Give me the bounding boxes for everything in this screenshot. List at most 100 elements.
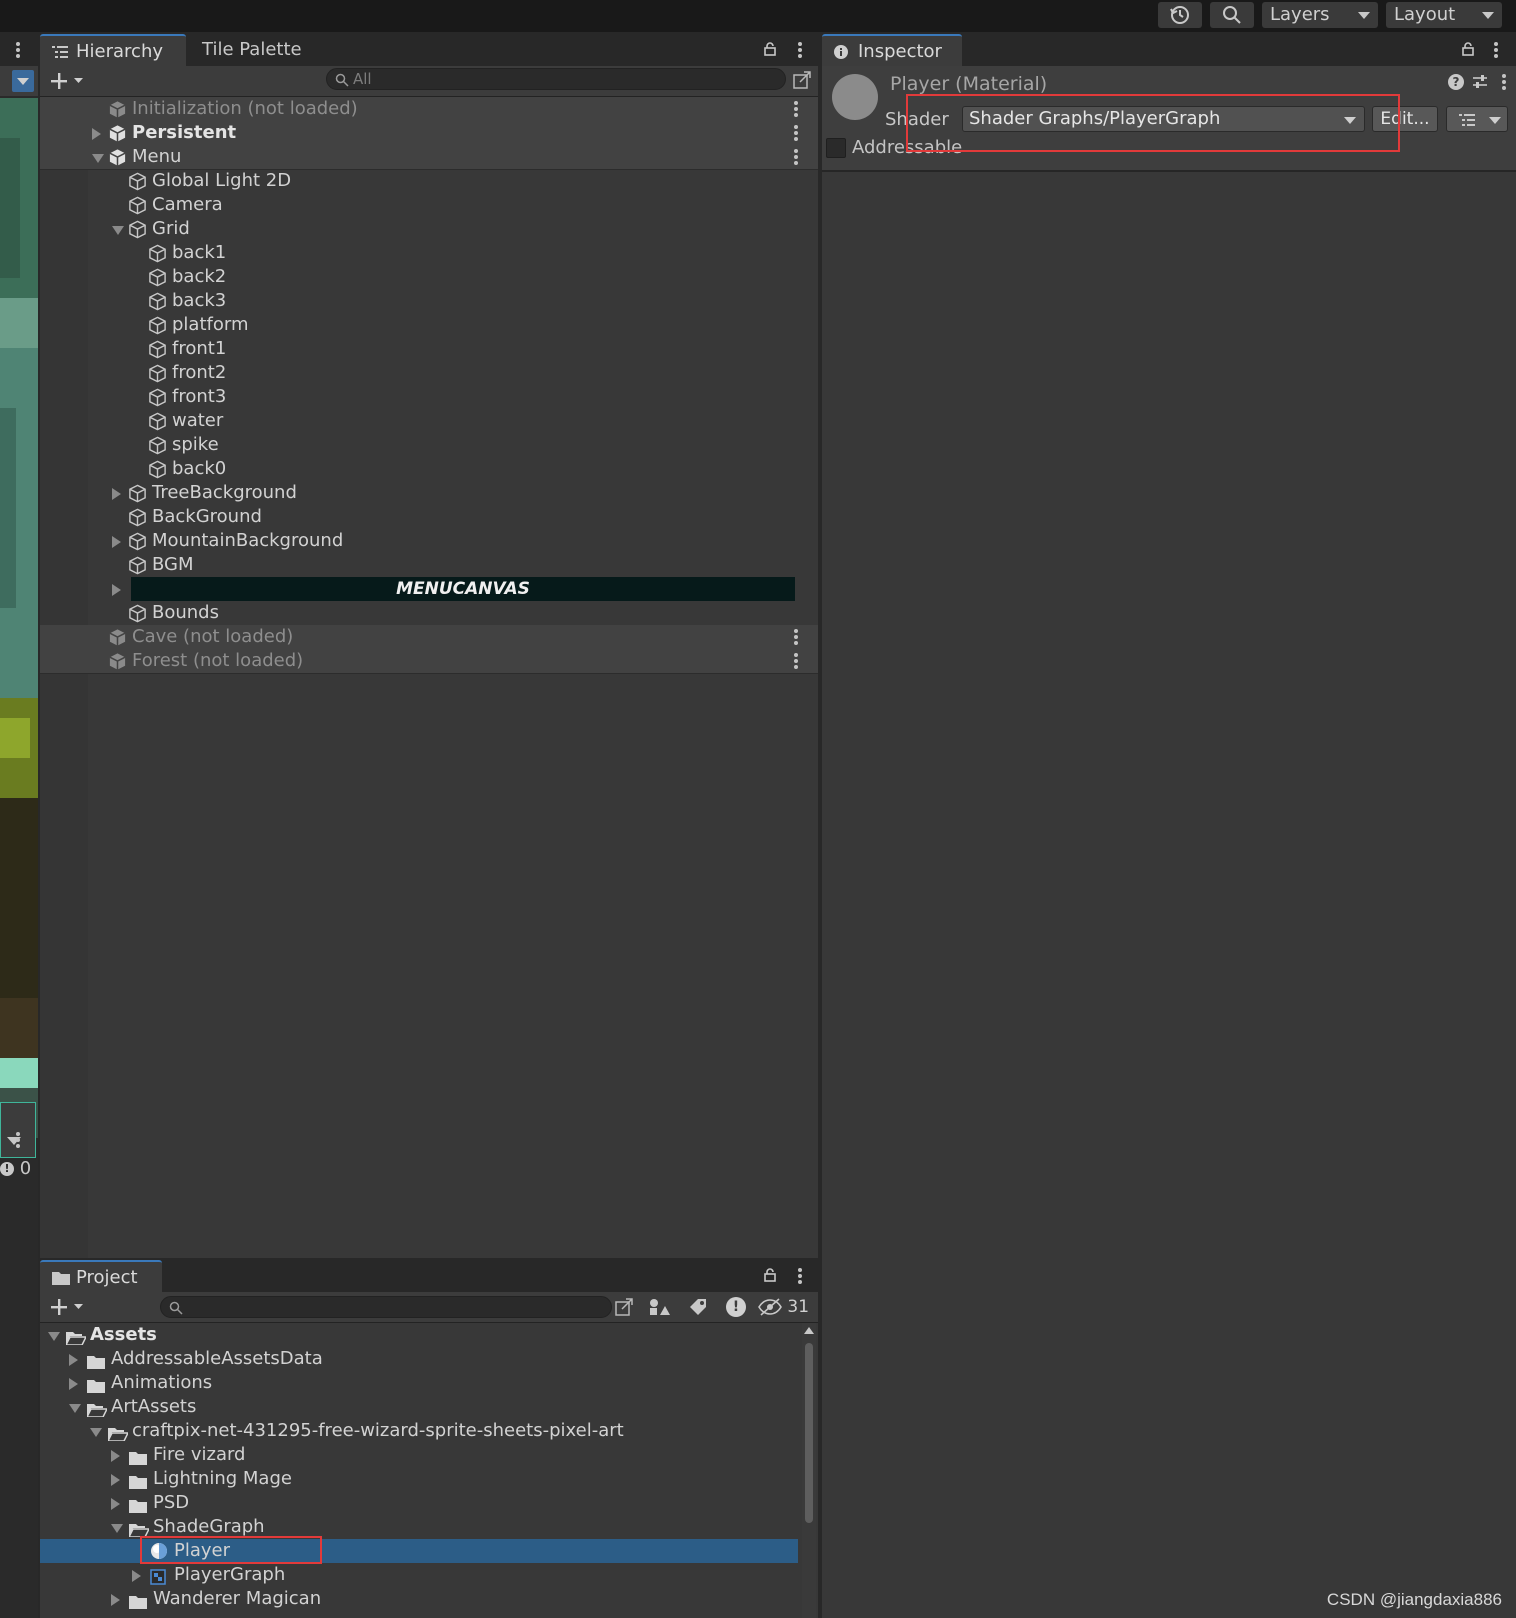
add-button[interactable] [50, 70, 90, 92]
hierarchy-item[interactable]: Bounds [40, 601, 818, 625]
project-item[interactable]: Player [40, 1536, 798, 1564]
search-icon [169, 1301, 183, 1315]
hierarchy-item[interactable]: back3 [40, 289, 818, 313]
collapse-arrow-icon[interactable] [69, 1404, 81, 1413]
collapse-arrow-icon[interactable] [92, 154, 104, 163]
hierarchy-item[interactable]: Grid [40, 217, 818, 241]
lock-icon[interactable] [1462, 42, 1474, 56]
shader-options-button[interactable] [1446, 106, 1508, 132]
filter-by-label-icon[interactable] [688, 1297, 708, 1317]
gameobject-cube-icon [128, 196, 147, 215]
expand-arrow-icon[interactable] [112, 584, 121, 596]
lock-icon[interactable] [764, 1268, 776, 1282]
collapse-arrow-icon[interactable] [112, 226, 124, 235]
more-options-icon[interactable] [16, 1132, 20, 1148]
create-button[interactable] [50, 1296, 90, 1318]
hierarchy-item[interactable]: water [40, 409, 818, 433]
more-options-icon[interactable] [16, 42, 20, 58]
scene-row[interactable]: Initialization (not loaded) [40, 97, 818, 122]
project-item[interactable]: craftpix-net-431295-free-wizard-sprite-s… [40, 1419, 800, 1443]
view-mode-button[interactable] [12, 70, 34, 92]
hierarchy-item[interactable]: back1 [40, 241, 818, 265]
more-options-icon[interactable] [798, 1268, 802, 1284]
project-item[interactable]: ArtAssets [40, 1395, 800, 1419]
layout-dropdown[interactable]: Layout [1386, 2, 1502, 28]
project-scrollbar[interactable] [802, 1323, 816, 1618]
preset-icon[interactable] [1472, 74, 1488, 90]
hierarchy-item[interactable]: TreeBackground [40, 481, 818, 505]
expand-arrow-icon[interactable] [92, 128, 101, 140]
expand-arrow-icon[interactable] [69, 1354, 78, 1366]
filter-by-type-icon[interactable] [648, 1297, 670, 1317]
collapse-arrow-icon[interactable] [90, 1428, 102, 1437]
tab-hierarchy[interactable]: Hierarchy [40, 34, 186, 66]
expand-arrow-icon[interactable] [132, 1570, 141, 1582]
hierarchy-item[interactable]: BackGround [40, 505, 818, 529]
scroll-up-icon[interactable] [804, 1327, 814, 1334]
expand-arrow-icon[interactable] [111, 1498, 120, 1510]
scroll-thumb[interactable] [805, 1343, 813, 1523]
expand-arrow-icon[interactable] [69, 1378, 78, 1390]
scene-row[interactable]: Persistent [40, 121, 818, 146]
history-button[interactable] [1158, 2, 1202, 28]
help-icon[interactable]: ? [1448, 74, 1464, 90]
project-tree: Assets AddressableAssetsData Animations Art… [40, 1323, 818, 1618]
more-options-icon[interactable] [794, 125, 798, 141]
lock-icon[interactable] [764, 42, 776, 56]
expand-arrow-icon[interactable] [112, 488, 121, 500]
gameobject-cube-icon [148, 460, 167, 479]
project-item[interactable]: Animations [40, 1371, 800, 1395]
project-item[interactable]: Lightning Mage [40, 1467, 800, 1491]
search-button[interactable] [1210, 2, 1254, 28]
hierarchy-item[interactable]: platform [40, 313, 818, 337]
hierarchy-item[interactable]: MountainBackground [40, 529, 818, 553]
expand-arrow-icon[interactable] [112, 536, 121, 548]
more-options-icon[interactable] [794, 149, 798, 165]
collapse-arrow-icon[interactable] [111, 1524, 123, 1533]
project-search-input[interactable] [160, 1296, 612, 1318]
more-options-icon[interactable] [794, 629, 798, 645]
project-item[interactable]: AddressableAssetsData [40, 1347, 800, 1371]
collapse-arrow-icon[interactable] [48, 1332, 60, 1341]
scene-row[interactable]: Menu [40, 145, 818, 170]
project-item[interactable]: PSD [40, 1491, 800, 1515]
watermark: CSDN @jiangdaxia886 [1326, 1590, 1502, 1609]
console-count[interactable]: ! 0 [0, 1156, 38, 1182]
more-options-icon[interactable] [1494, 42, 1498, 58]
hierarchy-item[interactable]: back2 [40, 265, 818, 289]
hierarchy-item[interactable]: front1 [40, 337, 818, 361]
expand-arrow-icon[interactable] [111, 1450, 120, 1462]
more-options-icon[interactable] [794, 653, 798, 669]
hierarchy-item[interactable]: spike [40, 433, 818, 457]
project-item[interactable]: Assets [40, 1323, 800, 1347]
layers-dropdown[interactable]: Layers [1262, 2, 1378, 28]
log-type-icon[interactable]: ! [726, 1297, 746, 1317]
hierarchy-search-input[interactable]: All [326, 68, 786, 90]
tab-tile-palette[interactable]: Tile Palette [190, 34, 320, 66]
hierarchy-item[interactable]: Global Light 2D [40, 169, 818, 193]
hierarchy-item[interactable]: MENUCANVAS [40, 577, 818, 601]
expand-arrow-icon[interactable] [111, 1474, 120, 1486]
open-scene-icon[interactable] [792, 70, 812, 90]
scene-row[interactable]: Forest (not loaded) [40, 649, 818, 674]
hierarchy-item[interactable]: back0 [40, 457, 818, 481]
hierarchy-item[interactable]: front3 [40, 385, 818, 409]
project-item[interactable]: Wanderer Magican [40, 1587, 800, 1611]
tab-project[interactable]: Project [40, 1260, 162, 1292]
project-item[interactable]: Fire vizard [40, 1443, 800, 1467]
hierarchy-item[interactable]: front2 [40, 361, 818, 385]
hierarchy-item-label: back1 [172, 242, 227, 263]
open-search-window-icon[interactable] [614, 1297, 634, 1317]
more-options-icon[interactable] [798, 42, 802, 58]
project-item[interactable]: PlayerGraph [40, 1563, 800, 1587]
hierarchy-body: All Initialization (not loaded) Persisten… [40, 66, 818, 1258]
hierarchy-item[interactable]: BGM [40, 553, 818, 577]
hidden-packages-button[interactable]: 31 [758, 1295, 814, 1319]
more-options-icon[interactable] [1502, 74, 1506, 90]
tab-inspector[interactable]: Inspector [822, 34, 962, 66]
hierarchy-item[interactable]: Camera [40, 193, 818, 217]
addressable-checkbox[interactable] [826, 138, 846, 158]
scene-row[interactable]: Cave (not loaded) [40, 625, 818, 650]
expand-arrow-icon[interactable] [111, 1594, 120, 1606]
more-options-icon[interactable] [794, 101, 798, 117]
